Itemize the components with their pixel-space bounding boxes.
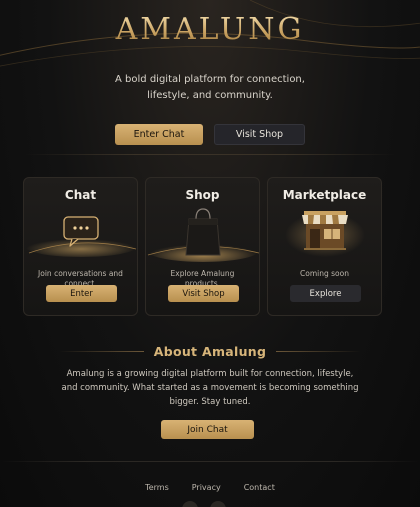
- contact-link[interactable]: Contact: [244, 483, 275, 492]
- visit-shop-card-button[interactable]: Visit Shop: [168, 285, 239, 302]
- footer-links: Terms Privacy Contact: [0, 483, 420, 492]
- heading-rule-left: [58, 351, 144, 352]
- chat-illustration: [24, 205, 137, 263]
- card-title: Shop: [185, 188, 220, 202]
- about-heading: About Amalung: [0, 344, 420, 359]
- terms-link[interactable]: Terms: [145, 483, 169, 492]
- join-chat-button[interactable]: Join Chat: [161, 420, 254, 439]
- shop-card: Shop Explore Amalung products. Visit Sho…: [145, 177, 260, 316]
- shop-illustration: [146, 205, 259, 263]
- marketplace-card: Marketplace Coming soon Explore: [267, 177, 382, 316]
- card-title: Marketplace: [282, 188, 367, 202]
- hero-tagline: A bold digital platform for connection, …: [115, 74, 305, 101]
- social-icon[interactable]: [182, 501, 198, 507]
- heading-rule-right: [276, 351, 362, 352]
- enter-chat-button[interactable]: Enter Chat: [115, 124, 203, 145]
- footer-divider: [0, 461, 420, 462]
- social-icon[interactable]: [210, 501, 226, 507]
- brand-logo: AMALUNG: [0, 12, 420, 48]
- about-text: Amalung is a growing digital platform bu…: [61, 369, 359, 407]
- shopping-bag-icon: [185, 208, 221, 256]
- chat-card: Chat Join conversations and connect. Ent…: [23, 177, 138, 316]
- about-title: About Amalung: [153, 344, 267, 359]
- visit-shop-button[interactable]: Visit Shop: [214, 124, 305, 145]
- privacy-link[interactable]: Privacy: [192, 483, 221, 492]
- marketplace-illustration: [268, 205, 381, 263]
- hero-section: AMALUNG A bold digital platform for conn…: [0, 12, 420, 145]
- card-title: Chat: [64, 188, 97, 202]
- feature-cards: Chat Join conversations and connect. Ent…: [23, 177, 397, 316]
- section-divider: [25, 154, 395, 155]
- social-icons: [182, 501, 226, 507]
- hero-actions: Enter Chat Visit Shop: [0, 124, 420, 145]
- explore-button[interactable]: Explore: [290, 285, 361, 302]
- storefront-icon: [302, 211, 348, 250]
- enter-button[interactable]: Enter: [46, 285, 117, 302]
- landing-page: AMALUNG A bold digital platform for conn…: [0, 0, 420, 507]
